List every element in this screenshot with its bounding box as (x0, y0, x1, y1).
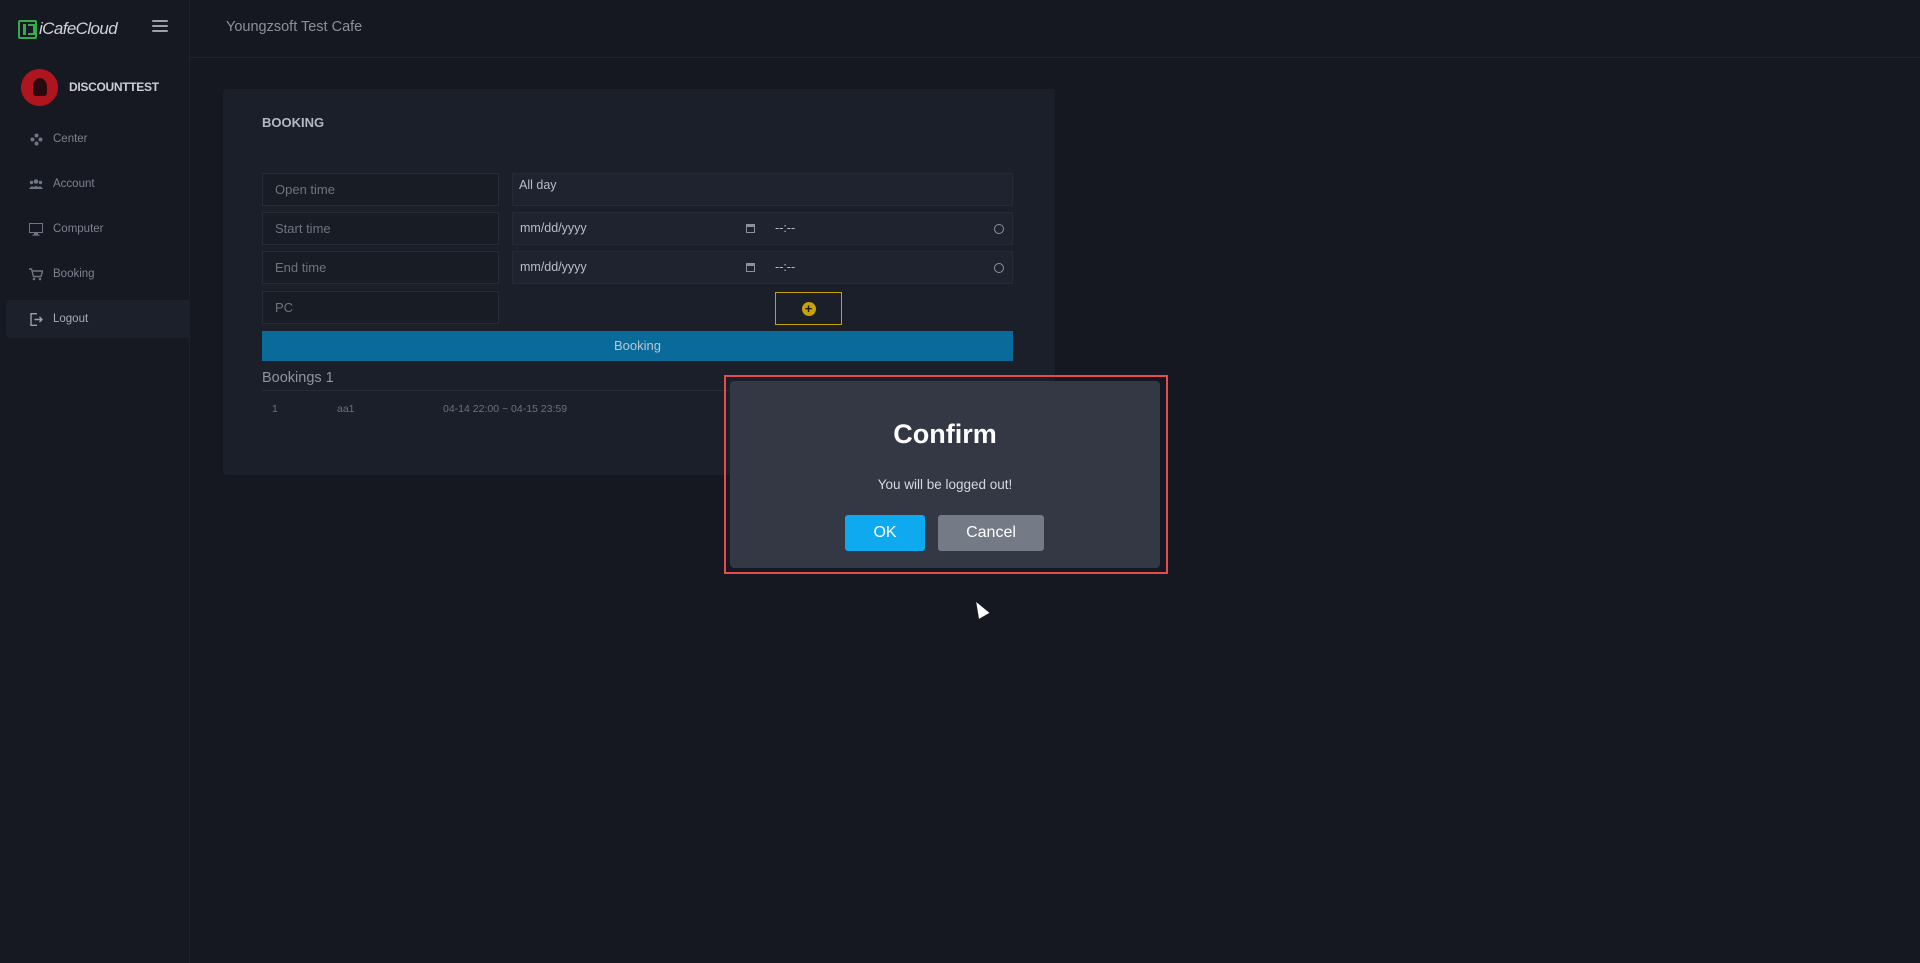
start-time-input[interactable]: --:-- (763, 213, 1012, 244)
top-header: Youngzsoft Test Cafe (190, 0, 1920, 58)
logo-icon (18, 19, 37, 39)
add-pc-button[interactable]: + (775, 292, 842, 325)
sidebar: iCafeCloud DISCOUNTTEST Center Account C… (0, 0, 190, 963)
booking-range: 04-14 22:00 ~ 04-15 23:59 (443, 403, 568, 415)
start-time-label: Start time (262, 212, 499, 245)
start-date-input[interactable]: mm/dd/yyyy (513, 213, 763, 244)
confirm-dialog: Confirm You will be logged out! OK Cance… (730, 381, 1160, 568)
avatar (21, 68, 58, 106)
menu-toggle-icon[interactable] (152, 20, 168, 32)
cancel-button[interactable]: Cancel (938, 515, 1044, 551)
page-title: BOOKING (262, 115, 325, 130)
sidebar-item-label: Account (53, 178, 95, 190)
end-date-input[interactable]: mm/dd/yyyy (513, 252, 763, 283)
logout-icon (29, 312, 43, 326)
cafe-name: Youngzsoft Test Cafe (226, 19, 363, 35)
start-date-placeholder: mm/dd/yyyy (520, 221, 587, 235)
logo-text: iCafeCloud (39, 19, 118, 38)
end-time-placeholder: --:-- (775, 260, 796, 274)
calendar-icon[interactable] (746, 224, 755, 233)
dialog-title: Confirm (893, 419, 997, 449)
monitor-icon (29, 222, 43, 236)
end-time-input[interactable]: --:-- (763, 252, 1012, 283)
user-profile: DISCOUNTTEST (0, 60, 189, 114)
dialog-message: You will be logged out! (877, 477, 1013, 492)
users-icon (29, 177, 43, 191)
clock-icon[interactable] (994, 224, 1004, 234)
sidebar-item-logout[interactable]: Logout (6, 300, 190, 338)
sidebar-item-label: Booking (53, 268, 95, 280)
booking-pc: aa1 (337, 403, 355, 415)
sidebar-item-label: Logout (53, 313, 89, 325)
user-name: DISCOUNTTEST (69, 80, 159, 94)
sidebar-nav: Center Account Computer Booking Logout (0, 120, 190, 338)
end-time-field: mm/dd/yyyy --:-- (512, 251, 1013, 284)
booking-submit-button[interactable]: Booking (262, 331, 1013, 361)
sidebar-item-computer[interactable]: Computer (6, 210, 190, 248)
plus-circle-icon: + (801, 301, 816, 316)
sidebar-item-label: Computer (53, 223, 104, 235)
sidebar-item-label: Center (53, 133, 88, 145)
calendar-icon[interactable] (746, 263, 755, 272)
sidebar-item-booking[interactable]: Booking (6, 255, 190, 293)
end-date-placeholder: mm/dd/yyyy (520, 260, 587, 274)
open-time-select[interactable]: All day (512, 173, 1013, 206)
open-time-value: All day (519, 178, 557, 192)
sidebar-item-account[interactable]: Account (6, 165, 190, 203)
pc-label: PC (262, 291, 499, 324)
end-time-label: End time (262, 251, 499, 284)
ok-button[interactable]: OK (845, 515, 925, 551)
gamepad-icon (29, 132, 43, 146)
sidebar-item-center[interactable]: Center (6, 120, 190, 158)
clock-icon[interactable] (994, 263, 1004, 273)
cart-icon (29, 267, 43, 281)
logo: iCafeCloud (0, 0, 189, 58)
start-time-placeholder: --:-- (775, 221, 796, 235)
start-time-field: mm/dd/yyyy --:-- (512, 212, 1013, 245)
mouse-cursor-icon (971, 599, 990, 619)
booking-index: 1 (272, 403, 278, 415)
open-time-label: Open time (262, 173, 499, 206)
